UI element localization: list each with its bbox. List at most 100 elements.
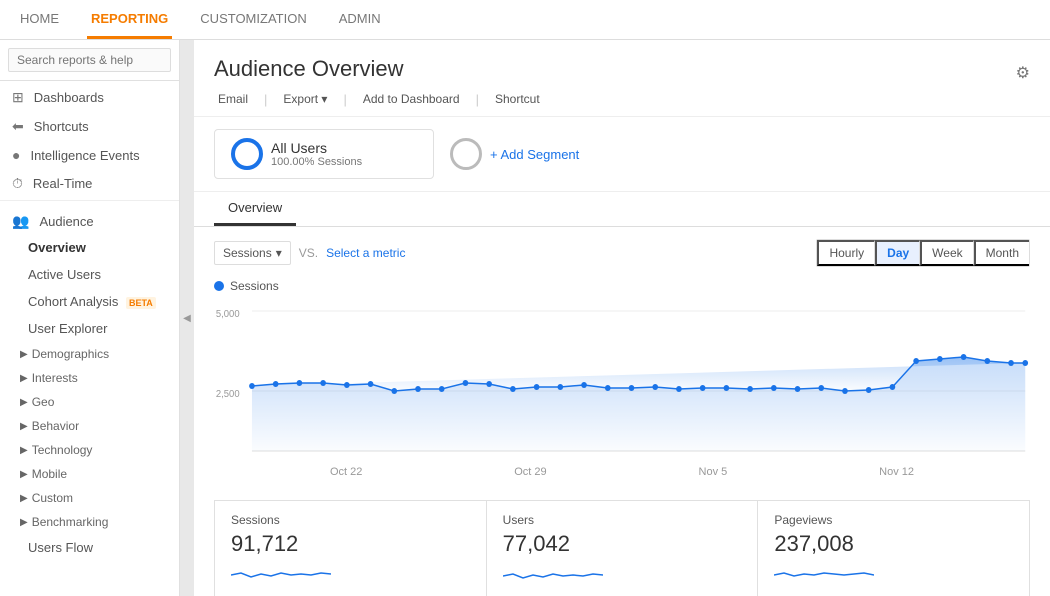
sidebar-sub-demographics[interactable]: ▶ Demographics: [0, 342, 179, 366]
segment-sub: 100.00% Sessions: [271, 156, 362, 168]
pageviews-sparkline: [774, 563, 874, 587]
nav-customization[interactable]: CUSTOMIZATION: [196, 1, 310, 39]
sidebar-sub-custom[interactable]: ▶ Custom: [0, 486, 179, 510]
time-period-buttons: Hourly Day Week Month: [816, 239, 1030, 267]
all-users-segment[interactable]: All Users 100.00% Sessions: [214, 129, 434, 179]
nav-home[interactable]: HOME: [16, 1, 63, 39]
mobile-label: Mobile: [32, 467, 67, 481]
pageviews-value: 237,008: [774, 531, 1013, 557]
chart-controls: Sessions ▾ VS. Select a metric Hourly Da…: [214, 239, 1030, 267]
nav-admin[interactable]: ADMIN: [335, 1, 385, 39]
tab-overview[interactable]: Overview: [214, 192, 296, 226]
overview-tabs: Overview: [194, 192, 1050, 227]
sessions-sparkline: [231, 563, 331, 587]
metric-selector[interactable]: Sessions ▾: [214, 241, 291, 265]
demographics-arrow-icon: ▶: [20, 349, 28, 360]
sidebar-intelligence-label: Intelligence Events: [30, 148, 139, 163]
intelligence-icon: ●: [12, 147, 20, 163]
sidebar-shortcuts-label: Shortcuts: [34, 119, 89, 134]
hourly-button[interactable]: Hourly: [817, 240, 875, 266]
sidebar-audience-header[interactable]: 👥 Audience: [0, 205, 179, 234]
chart-x-axis: Oct 22 Oct 29 Nov 5 Nov 12: [214, 464, 1030, 480]
sidebar-item-realtime[interactable]: ⏱ Real-Time: [0, 167, 179, 196]
x-label-2: Nov 5: [699, 466, 728, 478]
sidebar-item-users-flow[interactable]: Users Flow: [0, 534, 179, 561]
content-header: Audience Overview ⚙ Email | Export | Add…: [194, 40, 1050, 117]
main-layout: ⊞ Dashboards ⬅ Shortcuts ● Intelligence …: [0, 40, 1050, 596]
nav-reporting[interactable]: REPORTING: [87, 1, 172, 39]
sidebar-item-shortcuts[interactable]: ⬅ Shortcuts: [0, 110, 179, 139]
chart-wrapper: 5,000 2,500: [214, 301, 1030, 480]
sidebar-audience-label: Audience: [39, 214, 93, 229]
gear-icon[interactable]: ⚙: [1016, 63, 1030, 83]
sidebar-item-overview[interactable]: Overview: [0, 234, 179, 261]
segment-bar: All Users 100.00% Sessions + Add Segment: [194, 117, 1050, 192]
shortcuts-icon: ⬅: [12, 118, 24, 135]
custom-label: Custom: [32, 491, 73, 505]
sidebar-collapse-button[interactable]: ◀: [180, 40, 194, 596]
search-input[interactable]: [8, 48, 171, 72]
x-label-1: Oct 29: [514, 466, 546, 478]
segment-name: All Users: [271, 140, 362, 156]
segment-circle: [231, 138, 263, 170]
sidebar-dashboards-label: Dashboards: [34, 90, 104, 105]
sidebar-sub-behavior[interactable]: ▶ Behavior: [0, 414, 179, 438]
toolbar: Email | Export | Add to Dashboard | Shor…: [214, 90, 1030, 108]
main-content: Audience Overview ⚙ Email | Export | Add…: [194, 40, 1050, 596]
chart-legend: Sessions: [214, 279, 1030, 293]
sidebar-sub-interests[interactable]: ▶ Interests: [0, 366, 179, 390]
stat-users: Users 77,042: [486, 500, 758, 596]
add-to-dashboard-button[interactable]: Add to Dashboard: [359, 90, 464, 108]
x-label-3: Nov 12: [879, 466, 914, 478]
sessions-legend-dot: [214, 281, 224, 291]
sidebar-item-dashboards[interactable]: ⊞ Dashboards: [0, 81, 179, 110]
geo-arrow-icon: ▶: [20, 397, 28, 408]
sidebar: ⊞ Dashboards ⬅ Shortcuts ● Intelligence …: [0, 40, 180, 596]
add-segment-button[interactable]: + Add Segment: [450, 138, 579, 170]
sidebar-item-active-users[interactable]: Active Users: [0, 261, 179, 288]
sidebar-sub-mobile[interactable]: ▶ Mobile: [0, 462, 179, 486]
page-title: Audience Overview: [214, 56, 404, 82]
sidebar-sub-benchmarking[interactable]: ▶ Benchmarking: [0, 510, 179, 534]
demographics-label: Demographics: [32, 347, 109, 361]
day-button[interactable]: Day: [875, 240, 920, 266]
interests-label: Interests: [32, 371, 78, 385]
metric-label: Sessions: [223, 246, 272, 260]
pageviews-label: Pageviews: [774, 513, 1013, 527]
svg-text:5,000: 5,000: [216, 309, 240, 320]
beta-badge: BETA: [126, 297, 156, 309]
stat-sessions: Sessions 91,712: [214, 500, 486, 596]
technology-label: Technology: [32, 443, 93, 457]
behavior-label: Behavior: [32, 419, 79, 433]
sidebar-search-container: [0, 40, 179, 81]
custom-arrow-icon: ▶: [20, 493, 28, 504]
mobile-arrow-icon: ▶: [20, 469, 28, 480]
cohort-label: Cohort Analysis: [28, 294, 118, 309]
x-label-0: Oct 22: [330, 466, 362, 478]
sidebar-item-user-explorer[interactable]: User Explorer: [0, 315, 179, 342]
dashboards-icon: ⊞: [12, 89, 24, 106]
stat-pageviews: Pageviews 237,008: [757, 500, 1030, 596]
sidebar-item-intelligence[interactable]: ● Intelligence Events: [0, 139, 179, 167]
week-button[interactable]: Week: [920, 240, 973, 266]
email-button[interactable]: Email: [214, 90, 252, 108]
chart-section: Sessions ▾ VS. Select a metric Hourly Da…: [194, 227, 1050, 492]
sessions-value: 91,712: [231, 531, 470, 557]
technology-arrow-icon: ▶: [20, 445, 28, 456]
geo-label: Geo: [32, 395, 55, 409]
realtime-icon: ⏱: [12, 175, 23, 192]
stats-row-1: Sessions 91,712 Users 77,042 Pageviews 2…: [194, 492, 1050, 596]
shortcut-button[interactable]: Shortcut: [491, 90, 544, 108]
select-metric-link[interactable]: Select a metric: [326, 246, 405, 260]
sidebar-sub-geo[interactable]: ▶ Geo: [0, 390, 179, 414]
sessions-legend-label: Sessions: [230, 279, 279, 293]
add-segment-circle: [450, 138, 482, 170]
audience-icon: 👥: [12, 213, 29, 230]
users-value: 77,042: [503, 531, 742, 557]
sidebar-item-cohort[interactable]: Cohort Analysis BETA: [0, 288, 179, 315]
export-button[interactable]: Export: [279, 90, 331, 108]
svg-text:2,500: 2,500: [216, 389, 240, 400]
sessions-label: Sessions: [231, 513, 470, 527]
sidebar-sub-technology[interactable]: ▶ Technology: [0, 438, 179, 462]
month-button[interactable]: Month: [974, 240, 1029, 266]
